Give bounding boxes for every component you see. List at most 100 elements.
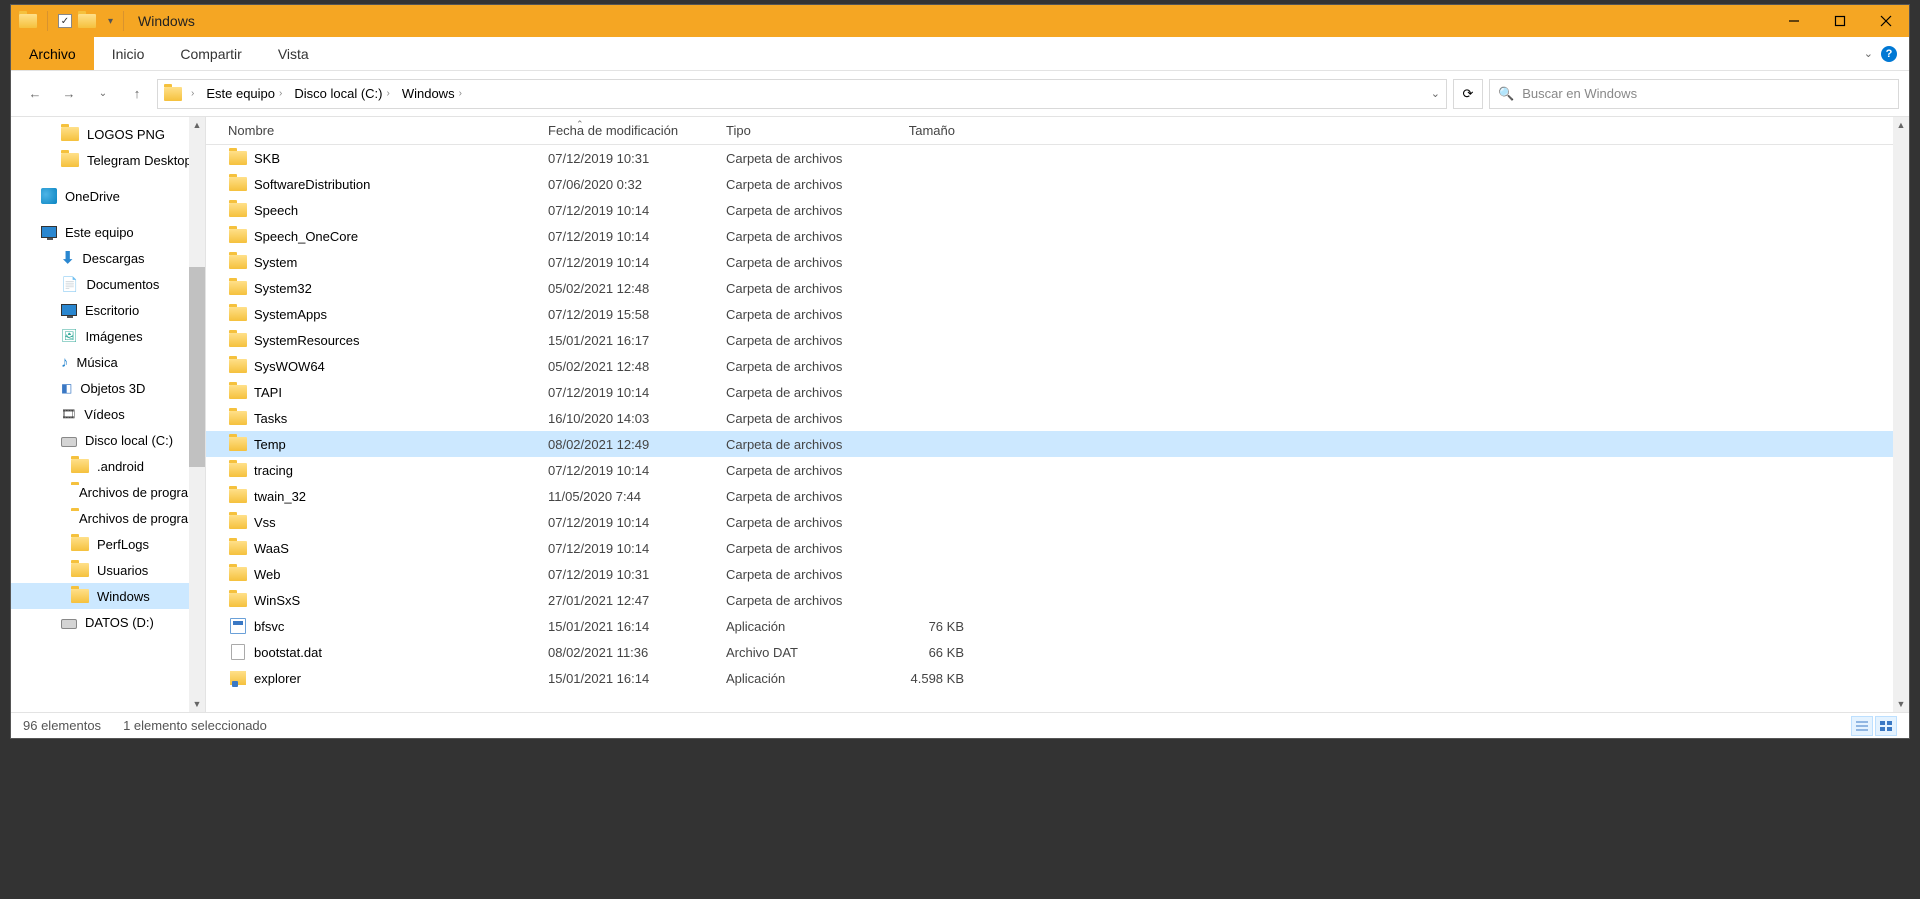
scroll-thumb[interactable] [189,267,205,467]
close-button[interactable] [1863,5,1909,37]
qat-customize-icon[interactable]: ▾ [108,16,113,27]
maximize-button[interactable] [1817,5,1863,37]
chevron-right-icon[interactable]: › [277,88,284,99]
tree-item[interactable]: Disco local (C:) [11,427,205,453]
tree-item[interactable]: ♪Música [11,349,205,375]
scroll-up-icon[interactable]: ▲ [1893,117,1909,133]
view-details-button[interactable] [1851,716,1873,736]
file-row[interactable]: SystemApps07/12/2019 15:58Carpeta de arc… [206,301,1909,327]
file-row[interactable]: WaaS07/12/2019 10:14Carpeta de archivos [206,535,1909,561]
file-row[interactable]: twain_3211/05/2020 7:44Carpeta de archiv… [206,483,1909,509]
tree-item[interactable]: LOGOS PNG [11,121,205,147]
titlebar[interactable]: ✓ ▾ Windows [11,5,1909,37]
help-icon[interactable]: ? [1881,46,1897,62]
ribbon-expand-icon[interactable]: ⌄ [1864,47,1873,60]
back-button[interactable]: ← [21,80,49,108]
tree-item-label: LOGOS PNG [87,127,165,142]
search-box[interactable]: 🔍 Buscar en Windows [1489,79,1899,109]
file-date: 07/12/2019 10:14 [548,463,726,478]
tree-item[interactable]: .android [11,453,205,479]
tree-item[interactable]: ⬇Descargas [11,245,205,271]
tab-view[interactable]: Vista [260,37,327,70]
chevron-right-icon[interactable]: › [384,88,391,99]
chevron-right-icon[interactable]: › [189,88,196,99]
tree-item-label: Archivos de programa [79,511,205,526]
file-type: Carpeta de archivos [726,359,874,374]
folder-icon [229,411,247,425]
address-bar[interactable]: › Este equipo› Disco local (C:)› Windows… [157,79,1447,109]
address-dropdown-icon[interactable]: ⌄ [1431,87,1440,100]
file-date: 07/12/2019 10:31 [548,567,726,582]
folder-icon [229,281,247,295]
separator [47,11,48,31]
file-row[interactable]: SystemResources15/01/2021 16:17Carpeta d… [206,327,1909,353]
qat-properties-icon[interactable]: ✓ [58,14,72,28]
file-row[interactable]: Speech07/12/2019 10:14Carpeta de archivo… [206,197,1909,223]
tab-file[interactable]: Archivo [11,37,94,70]
file-type: Carpeta de archivos [726,411,874,426]
view-icons-button[interactable] [1875,716,1897,736]
file-row[interactable]: Speech_OneCore07/12/2019 10:14Carpeta de… [206,223,1909,249]
file-row[interactable]: Vss07/12/2019 10:14Carpeta de archivos [206,509,1909,535]
file-row[interactable]: Web07/12/2019 10:31Carpeta de archivos [206,561,1909,587]
file-row[interactable]: explorer15/01/2021 16:14Aplicación4.598 … [206,665,1909,691]
file-row[interactable]: TAPI07/12/2019 10:14Carpeta de archivos [206,379,1909,405]
forward-button[interactable]: → [55,80,83,108]
sort-indicator-icon: ⌃ [576,119,584,130]
tree-item[interactable]: Archivos de programa [11,479,205,505]
file-type: Carpeta de archivos [726,177,874,192]
file-date: 07/12/2019 10:14 [548,255,726,270]
tree-item[interactable]: 📄Documentos [11,271,205,297]
up-button[interactable]: ↑ [123,80,151,108]
folder-icon [229,593,247,607]
column-size[interactable]: Tamaño [874,123,964,138]
scrollbar-vertical[interactable]: ▲▼ [189,117,205,712]
tree-item[interactable]: 🎞Vídeos [11,401,205,427]
file-list[interactable]: SKB07/12/2019 10:31Carpeta de archivosSo… [206,145,1909,712]
file-name: Speech_OneCore [248,229,548,244]
chevron-right-icon[interactable]: › [457,88,464,99]
file-row[interactable]: bootstat.dat08/02/2021 11:36Archivo DAT6… [206,639,1909,665]
recent-dropdown[interactable]: ⌄ [89,80,117,108]
file-row[interactable]: bfsvc15/01/2021 16:14Aplicación76 KB [206,613,1909,639]
file-row[interactable]: SysWOW6405/02/2021 12:48Carpeta de archi… [206,353,1909,379]
tab-share[interactable]: Compartir [162,37,259,70]
file-name: tracing [248,463,548,478]
file-row[interactable]: SoftwareDistribution07/06/2020 0:32Carpe… [206,171,1909,197]
refresh-button[interactable]: ⟳ [1453,79,1483,109]
column-name[interactable]: Nombre [228,123,548,138]
tree-item[interactable]: Archivos de programa [11,505,205,531]
file-date: 07/12/2019 10:14 [548,203,726,218]
tree-item[interactable]: ◧Objetos 3D [11,375,205,401]
file-row[interactable]: Tasks16/10/2020 14:03Carpeta de archivos [206,405,1909,431]
scroll-down-icon[interactable]: ▼ [1893,696,1909,712]
file-row[interactable]: SKB07/12/2019 10:31Carpeta de archivos [206,145,1909,171]
tree-item[interactable]: DATOS (D:) [11,609,205,635]
file-row[interactable]: WinSxS27/01/2021 12:47Carpeta de archivo… [206,587,1909,613]
tree-item[interactable]: 🖼Imágenes [11,323,205,349]
tree-item[interactable]: Escritorio [11,297,205,323]
file-name: TAPI [248,385,548,400]
qat-newfolder-icon[interactable] [78,14,96,28]
objects3d-icon: ◧ [61,381,72,395]
file-type: Carpeta de archivos [726,385,874,400]
tree-item[interactable]: Usuarios [11,557,205,583]
folder-icon [229,203,247,217]
file-name: System32 [248,281,548,296]
tree-item[interactable]: Windows [11,583,205,609]
tree-item[interactable]: Este equipo [11,219,205,245]
column-date[interactable]: Fecha de modificación [548,123,726,138]
file-row[interactable]: tracing07/12/2019 10:14Carpeta de archiv… [206,457,1909,483]
tab-home[interactable]: Inicio [94,37,163,70]
file-row[interactable]: Temp08/02/2021 12:49Carpeta de archivos [206,431,1909,457]
file-row[interactable]: System07/12/2019 10:14Carpeta de archivo… [206,249,1909,275]
tree-item[interactable]: PerfLogs [11,531,205,557]
tree-item[interactable]: OneDrive [11,183,205,209]
file-type: Carpeta de archivos [726,593,874,608]
tree-item[interactable]: Telegram Desktop [11,147,205,173]
minimize-button[interactable] [1771,5,1817,37]
column-type[interactable]: Tipo [726,123,874,138]
scrollbar-vertical[interactable]: ▲ ▼ [1893,117,1909,712]
file-row[interactable]: System3205/02/2021 12:48Carpeta de archi… [206,275,1909,301]
separator [123,11,124,31]
